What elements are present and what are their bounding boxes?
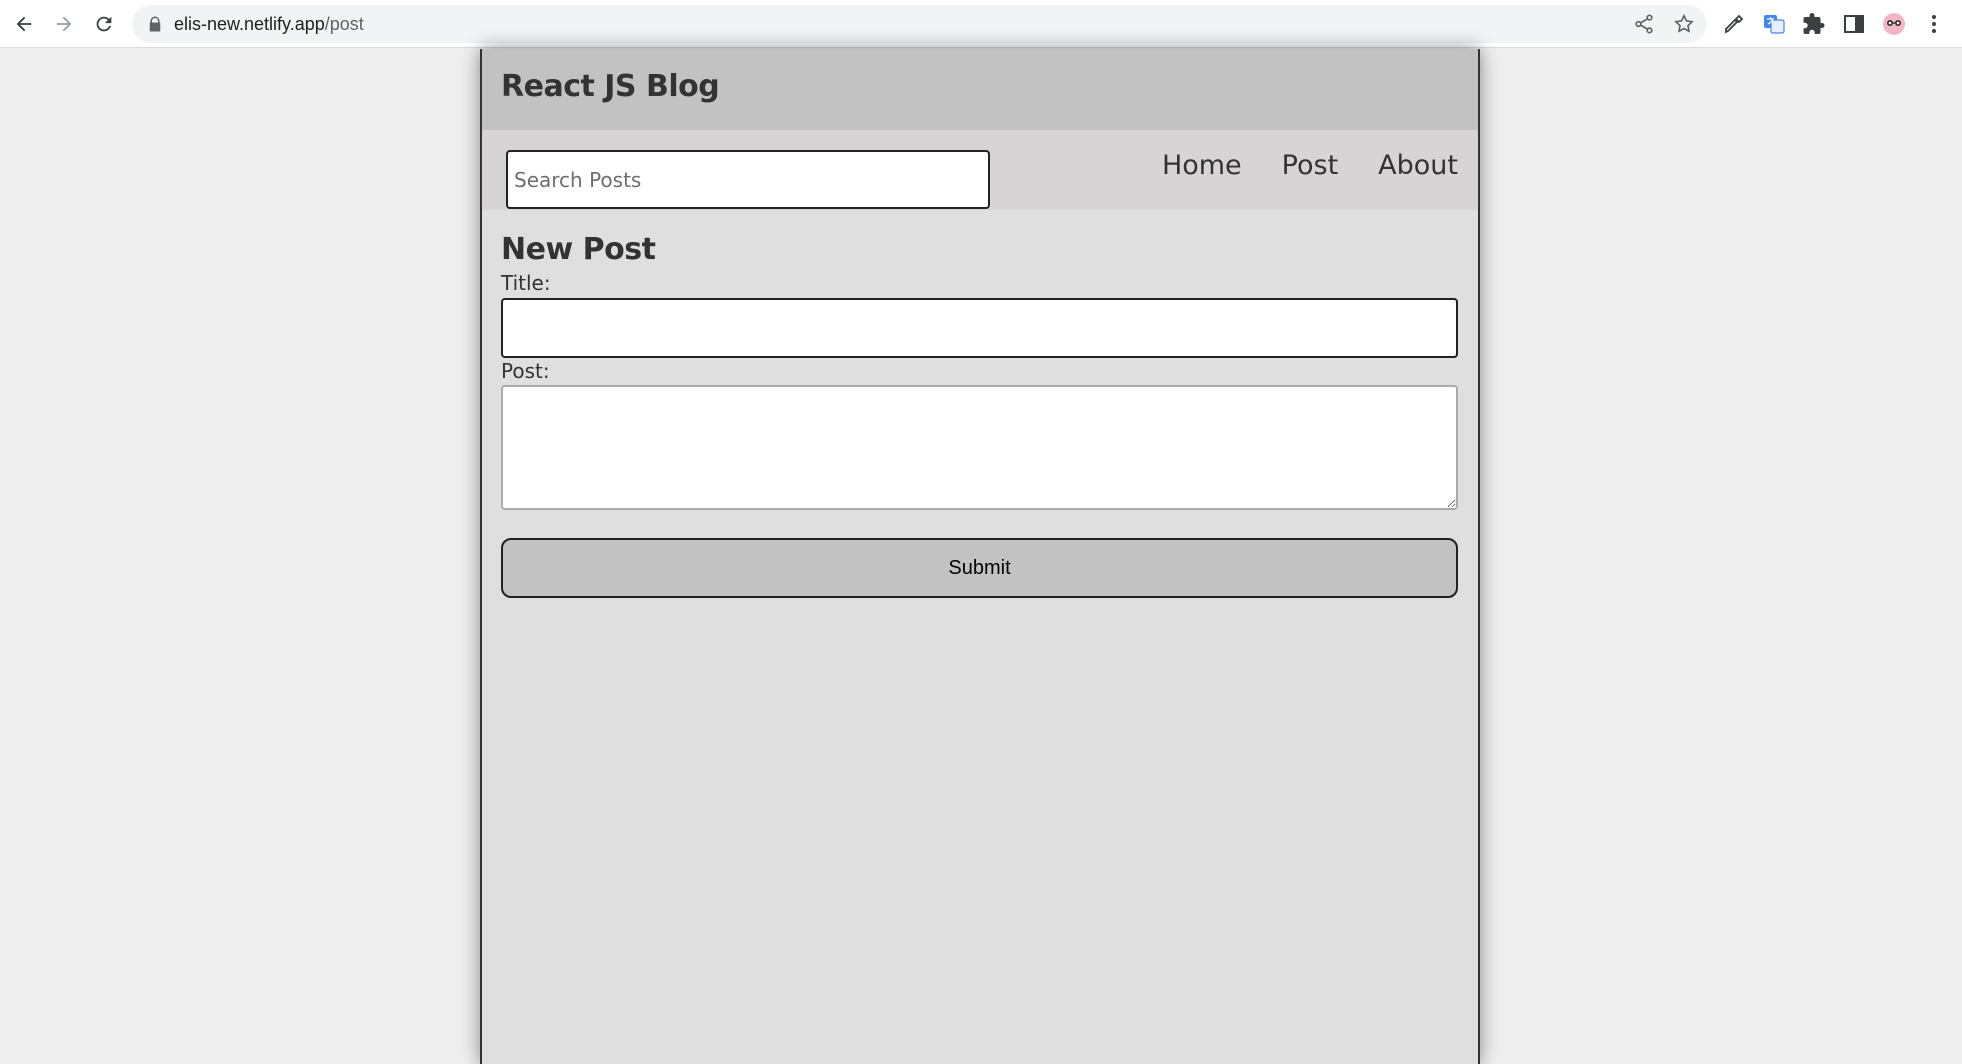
forward-button[interactable] [46,6,82,42]
app-header: React JS Blog [482,49,1478,130]
profile-button[interactable] [1880,10,1908,38]
back-button[interactable] [6,6,42,42]
profile-avatar-icon [1883,13,1905,35]
url-host: elis-new.netlify.app [174,14,325,34]
translate-extension[interactable] [1760,10,1788,38]
forward-arrow-icon [56,16,72,32]
post-label: Post: [501,359,550,383]
blog-app: React JS Blog Home Post About New Post T… [480,49,1480,1064]
page-title: New Post [501,232,656,267]
eyedropper-extension[interactable] [1720,10,1748,38]
translate-icon [1764,15,1785,34]
post-body-field[interactable] [501,385,1458,510]
share-icon[interactable] [1633,13,1655,35]
reload-button[interactable] [86,6,122,42]
back-arrow-icon [16,16,32,32]
puzzle-icon [1803,13,1825,34]
nav-link-post[interactable]: Post [1282,150,1339,181]
search-input[interactable] [506,150,990,209]
nav-link-home[interactable]: Home [1162,150,1242,181]
extensions-button[interactable] [1800,10,1828,38]
nav-links: Home Post About [1162,150,1458,181]
address-bar[interactable]: elis-new.netlify.app/post [132,5,1707,43]
chrome-menu-button[interactable] [1920,10,1948,38]
sidepanel-icon [1844,15,1864,33]
kebab-menu-icon [1932,15,1936,33]
lock-icon [149,16,161,32]
submit-button[interactable]: Submit [501,538,1458,598]
browser-toolbar: elis-new.netlify.app/post [0,0,1962,48]
eyedropper-icon [1725,14,1744,34]
reload-icon [96,16,112,32]
title-label: Title: [501,271,551,295]
url-path: /post [324,14,364,34]
url-text: elis-new.netlify.app/post [174,5,364,43]
star-icon[interactable] [1673,13,1695,35]
side-panel-button[interactable] [1840,10,1868,38]
app-title: React JS Blog [501,69,720,104]
app-nav: Home Post About [482,130,1478,210]
nav-link-about[interactable]: About [1378,150,1458,181]
title-field[interactable] [501,298,1458,358]
